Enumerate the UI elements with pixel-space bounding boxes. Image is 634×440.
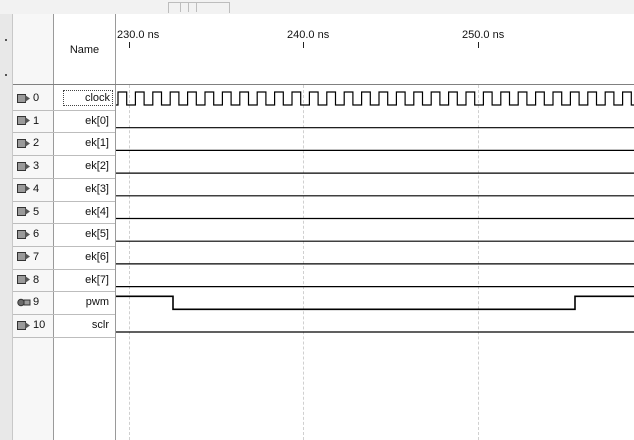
toolbar-tick (188, 2, 189, 12)
node-id: 0 (17, 92, 39, 104)
signal-name[interactable]: ek[7] (55, 274, 109, 286)
signal-name[interactable]: sclr (55, 319, 109, 331)
toolbar-tick (196, 2, 197, 12)
waveform-plot[interactable] (116, 85, 634, 440)
top-toolbar-strip (0, 0, 634, 15)
waveform-editor: Name 230.0 ns 240.0 ns 250.0 ns 0 clock 1 e… (0, 0, 634, 440)
signal-name[interactable]: ek[4] (55, 206, 109, 218)
node-id: 5 (17, 206, 39, 218)
splitter-grip[interactable] (168, 2, 230, 13)
row-divider (13, 336, 115, 338)
node-id-text: 1 (33, 114, 40, 127)
input-pin-icon (17, 184, 31, 194)
signal-row[interactable]: 7 ek[6] (13, 247, 115, 268)
time-tick (303, 42, 304, 48)
input-pin-icon (17, 93, 31, 103)
waveform-pwm (116, 295, 634, 311)
node-id-text: 5 (33, 205, 40, 218)
node-id-text: 0 (33, 92, 40, 104)
node-id-text: 6 (33, 228, 40, 241)
signal-name[interactable]: ek[1] (55, 137, 109, 149)
waveforms-svg (116, 91, 634, 333)
signal-row[interactable]: 10 sclr (13, 315, 115, 336)
signal-name[interactable]: ek[6] (55, 251, 109, 263)
signal-row[interactable]: 0 clock (13, 88, 115, 109)
node-id: 8 (17, 274, 39, 286)
node-id-text: 10 (33, 319, 46, 331)
node-id: 3 (17, 160, 39, 172)
node-id: 10 (17, 319, 45, 331)
node-id-text: 2 (33, 137, 40, 150)
node-id: 9 (17, 296, 39, 308)
input-pin-icon (17, 207, 31, 216)
signal-row[interactable]: 8 ek[7] (13, 270, 115, 291)
input-pin-icon (17, 320, 31, 330)
node-id: 1 (17, 115, 39, 127)
time-ruler: 230.0 ns 240.0 ns 250.0 ns (116, 14, 634, 84)
node-id-text: 3 (33, 160, 40, 173)
time-tick (478, 42, 479, 48)
time-tick (129, 42, 130, 48)
signal-name[interactable]: pwm (55, 296, 109, 308)
node-id-text: 7 (33, 250, 40, 263)
node-id: 2 (17, 137, 39, 149)
input-pin-icon (17, 138, 31, 148)
signal-row[interactable]: 2 ek[1] (13, 133, 115, 154)
time-label: 230.0 ns (117, 29, 160, 41)
signal-row[interactable]: 3 ek[2] (13, 156, 115, 177)
input-pin-icon (17, 229, 31, 239)
time-label: 240.0 ns (287, 29, 330, 41)
signal-row[interactable]: 4 ek[3] (13, 179, 115, 200)
waveform-clock (116, 91, 634, 106)
signal-row[interactable]: 1 ek[0] (13, 111, 115, 132)
signal-name[interactable]: ek[2] (55, 160, 109, 172)
signal-row[interactable]: 9 pwm (13, 292, 115, 313)
name-column-header: Name (69, 44, 100, 56)
output-pin-icon (17, 298, 31, 307)
signal-name[interactable]: ek[3] (55, 183, 109, 195)
input-pin-icon (17, 252, 31, 262)
toolbar-tick (180, 2, 181, 12)
node-id: 7 (17, 251, 39, 263)
input-pin-icon (17, 275, 31, 285)
signal-row[interactable]: 5 ek[4] (13, 202, 115, 223)
signal-name[interactable]: ek[5] (55, 228, 109, 240)
node-id: 4 (17, 183, 39, 195)
node-id-text: 4 (33, 182, 40, 195)
signal-name[interactable]: clock (63, 90, 113, 106)
node-id-text: 8 (33, 273, 40, 286)
node-id-text: 9 (33, 296, 40, 309)
signal-name[interactable]: ek[0] (55, 115, 109, 127)
input-pin-icon (17, 161, 31, 171)
signal-row[interactable]: 6 ek[5] (13, 224, 115, 245)
input-pin-icon (17, 116, 31, 126)
node-id: 6 (17, 228, 39, 240)
time-label: 250.0 ns (462, 29, 505, 41)
left-gutter (0, 14, 13, 440)
